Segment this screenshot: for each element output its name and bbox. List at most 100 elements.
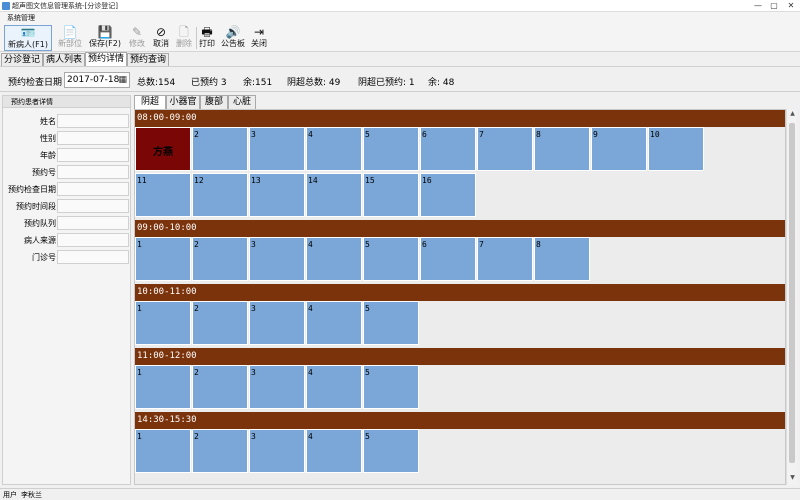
slot-number: 6	[422, 240, 427, 249]
window-title: 超声图文信息管理系统-[分诊登记]	[12, 2, 118, 10]
appointment-cell[interactable]: 5	[363, 237, 419, 281]
appointment-cell[interactable]: 4	[306, 365, 362, 409]
outpatient-number-input[interactable]	[57, 250, 129, 264]
patient-name: 方燕	[153, 147, 173, 158]
tab-triage-register[interactable]: 分诊登记	[1, 53, 43, 66]
slot-number: 7	[479, 240, 484, 249]
appointment-cell[interactable]: 2	[192, 237, 248, 281]
name-input[interactable]	[57, 114, 129, 128]
slot-number: 1	[137, 368, 142, 377]
cancel-icon: ⊘	[155, 25, 167, 39]
announce-button[interactable]: 🔊 公告板	[219, 25, 247, 51]
close-button[interactable]: ⇥ 关闭	[249, 25, 269, 51]
maximize-button[interactable]: ▢	[766, 0, 782, 11]
appointment-cell[interactable]: 8	[534, 237, 590, 281]
appointment-cell[interactable]: 6	[420, 127, 476, 171]
appointment-cell[interactable]: 3	[249, 429, 305, 473]
appointment-grid: 08:00-09:00 方燕 2 3 4 5 6 7 8 9 10 11 12 13 14 15 16 09:00…	[134, 109, 786, 485]
scroll-up-icon[interactable]: ▲	[787, 109, 798, 119]
patient-source-input[interactable]	[57, 233, 129, 247]
edit-icon: ✎	[131, 25, 143, 39]
appointment-cell[interactable]: 12	[192, 173, 248, 217]
appointment-cell[interactable]: 1	[135, 365, 191, 409]
edit-button[interactable]: ✎ 修改	[126, 25, 148, 51]
appointment-cell[interactable]: 1	[135, 429, 191, 473]
close-window-button[interactable]: ✕	[783, 0, 799, 11]
slot-number: 2	[194, 432, 199, 441]
save-button[interactable]: 💾 保存(F2)	[87, 25, 123, 51]
appointment-cell[interactable]: 6	[420, 237, 476, 281]
grid-scrollbar[interactable]: ▲ ▼	[786, 109, 797, 485]
time-slot-header: 11:00-12:00	[135, 348, 785, 365]
add-document-icon: 📄	[62, 25, 78, 39]
appointment-cell-booked[interactable]: 方燕	[135, 127, 191, 171]
appointment-cell[interactable]: 10	[648, 127, 704, 171]
appointment-cell[interactable]: 5	[363, 127, 419, 171]
tab-heart[interactable]: 心脏	[228, 95, 256, 109]
appointment-number-input[interactable]	[57, 165, 129, 179]
stat-overbook-booked: 阴超已预约: 1	[358, 78, 415, 88]
tab-appointment-query[interactable]: 预约查询	[127, 53, 169, 66]
appointment-cell[interactable]: 14	[306, 173, 362, 217]
tab-appointment-detail[interactable]: 预约详情	[85, 52, 127, 66]
appointment-cell[interactable]: 1	[135, 237, 191, 281]
calendar-icon[interactable]: ▦	[118, 73, 127, 87]
announce-label: 公告板	[221, 39, 245, 48]
age-input[interactable]	[57, 148, 129, 162]
slot-number: 3	[251, 432, 256, 441]
appointment-cell[interactable]: 2	[192, 127, 248, 171]
appointment-cell[interactable]: 8	[534, 127, 590, 171]
new-patient-label: 新病人(F1)	[8, 40, 48, 49]
field-label: 性别	[40, 134, 56, 143]
appointment-cell[interactable]: 5	[363, 429, 419, 473]
appointment-cell[interactable]: 7	[477, 237, 533, 281]
scroll-down-icon[interactable]: ▼	[787, 473, 798, 483]
date-picker[interactable]: 2017-07-18 ▦	[64, 72, 130, 88]
field-label: 预约队列	[24, 219, 56, 228]
appointment-cell[interactable]: 11	[135, 173, 191, 217]
appointment-cell[interactable]: 16	[420, 173, 476, 217]
menu-bar: 系统管理	[0, 12, 800, 24]
appointment-cell[interactable]: 3	[249, 365, 305, 409]
appointment-cell[interactable]: 4	[306, 237, 362, 281]
time-period-input[interactable]	[57, 199, 129, 213]
appointment-cell[interactable]: 9	[591, 127, 647, 171]
appointment-cell[interactable]: 3	[249, 237, 305, 281]
tab-patient-list[interactable]: 病人列表	[43, 53, 85, 66]
appointment-cell[interactable]: 2	[192, 301, 248, 345]
appointment-cell[interactable]: 2	[192, 429, 248, 473]
new-patient-button[interactable]: 🪪 新病人(F1)	[4, 25, 52, 51]
menu-system[interactable]: 系统管理	[7, 13, 35, 23]
appointment-cell[interactable]: 13	[249, 173, 305, 217]
new-part-button[interactable]: 📄 新部位	[55, 25, 85, 51]
cancel-button[interactable]: ⊘ 取消	[150, 25, 172, 51]
appointment-cell[interactable]: 3	[249, 127, 305, 171]
appointment-cell[interactable]: 5	[363, 301, 419, 345]
appointment-cell[interactable]: 5	[363, 365, 419, 409]
appointment-cell[interactable]: 1	[135, 301, 191, 345]
exam-date-input[interactable]	[57, 182, 129, 196]
tab-vaginal-ultrasound[interactable]: 阴超	[134, 95, 166, 109]
field-age: 年龄	[3, 148, 130, 162]
slot-number: 8	[536, 240, 541, 249]
speaker-icon: 🔊	[225, 25, 241, 39]
tab-abdomen[interactable]: 腹部	[200, 95, 228, 109]
gender-input[interactable]	[57, 131, 129, 145]
queue-input[interactable]	[57, 216, 129, 230]
filter-bar: 预约检查日期 2017-07-18 ▦ 总数:154 已预约 3 余:151 阴…	[0, 66, 800, 92]
toolbar: 🪪 新病人(F1) 📄 新部位 💾 保存(F2) ✎ 修改 ⊘ 取消 🗋 删除 …	[0, 24, 800, 52]
minimize-button[interactable]: —	[750, 0, 766, 11]
scroll-thumb[interactable]	[789, 123, 795, 463]
tab-small-organs[interactable]: 小器官	[166, 95, 200, 109]
appointment-cell[interactable]: 4	[306, 127, 362, 171]
print-button[interactable]: 🖶 打印	[197, 25, 217, 51]
appointment-cell[interactable]: 15	[363, 173, 419, 217]
appointment-cell[interactable]: 2	[192, 365, 248, 409]
slot-number: 5	[365, 432, 370, 441]
appointment-cell[interactable]: 4	[306, 301, 362, 345]
appointment-cell[interactable]: 4	[306, 429, 362, 473]
appointment-cell[interactable]: 3	[249, 301, 305, 345]
slot-number: 3	[251, 368, 256, 377]
appointment-cell[interactable]: 7	[477, 127, 533, 171]
delete-button[interactable]: 🗋 删除	[173, 25, 195, 51]
